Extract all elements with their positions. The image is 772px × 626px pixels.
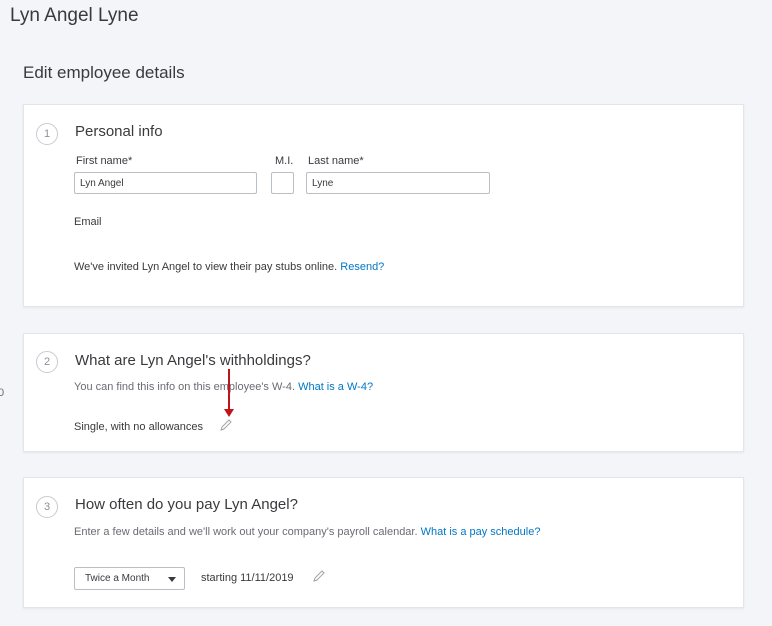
step-number-3: 3 — [36, 496, 58, 518]
starting-date: starting 11/11/2019 — [201, 572, 294, 584]
pencil-icon[interactable] — [312, 569, 326, 583]
pay-schedule-card: 3 How often do you pay Lyn Angel? Enter … — [23, 477, 744, 608]
mi-field[interactable] — [271, 172, 294, 194]
withholdings-title: What are Lyn Angel's withholdings? — [75, 352, 311, 369]
chevron-down-icon — [168, 577, 176, 582]
pay-frequency-value: Twice a Month — [85, 573, 150, 584]
what-is-pay-schedule-link[interactable]: What is a pay schedule? — [421, 526, 541, 538]
what-is-w4-link[interactable]: What is a W-4? — [298, 381, 373, 393]
pencil-icon[interactable] — [219, 418, 233, 432]
first-name-field[interactable] — [74, 172, 257, 194]
email-label: Email — [74, 216, 102, 228]
mi-label: M.I. — [275, 155, 294, 167]
first-name-label: First name* — [76, 155, 133, 167]
section-title: Edit employee details — [23, 63, 185, 82]
last-name-label: Last name* — [308, 155, 364, 167]
resend-link[interactable]: Resend? — [340, 261, 384, 273]
personal-info-card: 1 Personal info First name* M.I. Last na… — [23, 104, 744, 307]
pay-frequency-select[interactable]: Twice a Month — [74, 567, 185, 590]
last-name-field[interactable] — [306, 172, 490, 194]
withholding-status: Single, with no allowances — [74, 421, 204, 433]
step-number-1: 1 — [36, 123, 58, 145]
pay-schedule-help-text: Enter a few details and we'll work out y… — [74, 526, 418, 538]
personal-info-title: Personal info — [75, 123, 163, 140]
withholdings-card: 2 What are Lyn Angel's withholdings? You… — [23, 333, 744, 452]
invite-message: We've invited Lyn Angel to view their pa… — [74, 261, 384, 273]
withholdings-help-text: You can find this info on this employee'… — [74, 381, 296, 393]
edge-text: 0 — [0, 387, 5, 399]
pay-schedule-title: How often do you pay Lyn Angel? — [75, 496, 298, 513]
page-title: Lyn Angel Lyne — [10, 5, 139, 26]
invite-text: We've invited Lyn Angel to view their pa… — [74, 261, 338, 273]
pay-schedule-help: Enter a few details and we'll work out y… — [74, 526, 540, 538]
step-number-2: 2 — [36, 351, 58, 373]
annotation-arrow-icon — [224, 369, 234, 417]
